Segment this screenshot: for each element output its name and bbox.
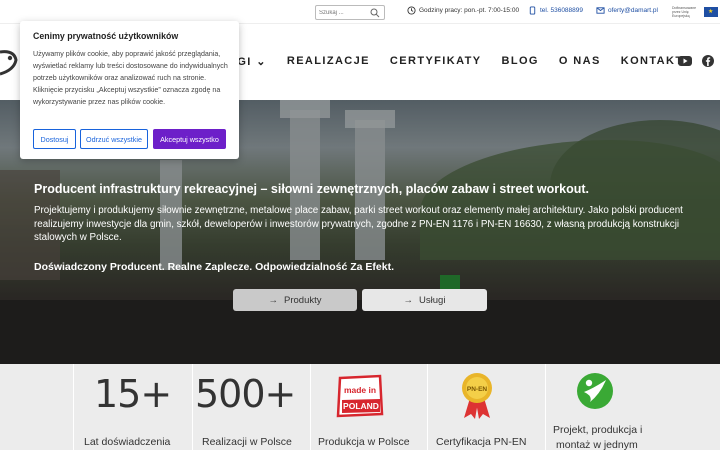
company-logo-icon bbox=[577, 373, 613, 409]
made-in-poland-badge: made in POLAND bbox=[336, 374, 384, 418]
stat-made-label: Produkcja w Polsce bbox=[318, 436, 410, 448]
phone-text[interactable]: tel. 536088899 bbox=[540, 7, 583, 14]
cookie-text: Używamy plików cookie, aby poprawić jako… bbox=[33, 50, 228, 107]
nav-item-realizacje[interactable]: REALIZACJE bbox=[287, 55, 370, 68]
main-navigation: UGI ⌄ REALIZACJE CERTYFIKATY BLOG O NAS … bbox=[228, 55, 704, 68]
cookie-reject-all-button[interactable]: Odrzuć wszystkie bbox=[80, 129, 148, 149]
nav-item-blog[interactable]: BLOG bbox=[502, 55, 539, 68]
eu-flag-icon bbox=[704, 7, 718, 17]
certification-medal-icon: PN-EN bbox=[462, 373, 492, 419]
mail-icon bbox=[596, 7, 605, 14]
phone-link[interactable]: tel. 536088899 bbox=[528, 6, 583, 15]
services-button[interactable]: → Usługi bbox=[362, 289, 487, 311]
made-badge-line1: made in bbox=[344, 385, 376, 395]
arrow-right-icon: → bbox=[403, 294, 414, 306]
phone-icon bbox=[529, 6, 536, 15]
stat-cert-label: Certyfikacja PN-EN bbox=[436, 436, 527, 448]
cookie-accept-all-button[interactable]: Akceptuj wszystko bbox=[153, 129, 226, 149]
eu-funding-text: Dofinansowane przez Unię Europejską bbox=[672, 6, 697, 18]
stat-full-service: Projekt, produkcja i montaż w jednym bbox=[545, 364, 720, 450]
nav-item-kontakt[interactable]: KONTAKT bbox=[621, 55, 684, 68]
products-button[interactable]: → Produkty bbox=[233, 289, 357, 311]
stat-full-label-line2: montaż w jednym bbox=[556, 439, 638, 450]
cookie-customize-button[interactable]: Dostosuj bbox=[33, 129, 76, 149]
facebook-icon[interactable] bbox=[701, 55, 715, 67]
stat-full-label-line1: Projekt, produkcja i bbox=[553, 424, 643, 436]
stat-years-label: Lat doświadczenia bbox=[84, 436, 171, 448]
arrow-right-icon: → bbox=[268, 294, 279, 306]
site-logo[interactable] bbox=[0, 50, 18, 76]
email-text[interactable]: oferty@damart.pl bbox=[608, 7, 658, 14]
nav-item-certyfikaty[interactable]: CERTYFIKATY bbox=[390, 55, 482, 68]
eu-funding-logo: Dofinansowane przez Unię Europejską bbox=[672, 5, 718, 19]
services-button-label: Usługi bbox=[419, 294, 446, 306]
made-badge-line2: POLAND bbox=[343, 401, 379, 411]
hero-tagline: Doświadczony Producent. Realne Zaplecze.… bbox=[34, 261, 394, 273]
hero-title: Producent infrastruktury rekreacyjnej – … bbox=[34, 182, 590, 196]
stat-years-number: 15+ bbox=[94, 372, 172, 416]
stat-projects-number: 500+ bbox=[195, 372, 296, 416]
cookie-title: Cenimy prywatność użytkowników bbox=[33, 31, 179, 41]
search-icon[interactable] bbox=[370, 8, 380, 18]
nav-item-o-nas[interactable]: O NAS bbox=[559, 55, 601, 68]
stat-projects-label: Realizacji w Polsce bbox=[202, 436, 292, 448]
clock-icon bbox=[407, 6, 416, 15]
youtube-icon[interactable] bbox=[678, 55, 692, 67]
working-hours: Godziny pracy: pon.-pt. 7:00-15:00 bbox=[407, 6, 519, 15]
hero-description: Projektujemy i produkujemy siłownie zewn… bbox=[34, 205, 683, 243]
cookie-consent-dialog: Cenimy prywatność użytkowników Używamy p… bbox=[20, 21, 239, 159]
search-input[interactable] bbox=[319, 7, 369, 19]
email-link[interactable]: oferty@damart.pl bbox=[596, 6, 658, 15]
stat-years: 15+ Lat doświadczenia bbox=[73, 364, 192, 450]
working-hours-text: Godziny pracy: pon.-pt. 7:00-15:00 bbox=[419, 7, 520, 14]
stats-section: 15+ Lat doświadczenia 500+ Realizacji w … bbox=[0, 364, 720, 450]
stat-projects: 500+ Realizacji w Polsce bbox=[192, 364, 310, 450]
products-button-label: Produkty bbox=[284, 294, 322, 306]
search-box[interactable] bbox=[315, 5, 385, 20]
cert-badge-text: PN-EN bbox=[467, 386, 488, 393]
